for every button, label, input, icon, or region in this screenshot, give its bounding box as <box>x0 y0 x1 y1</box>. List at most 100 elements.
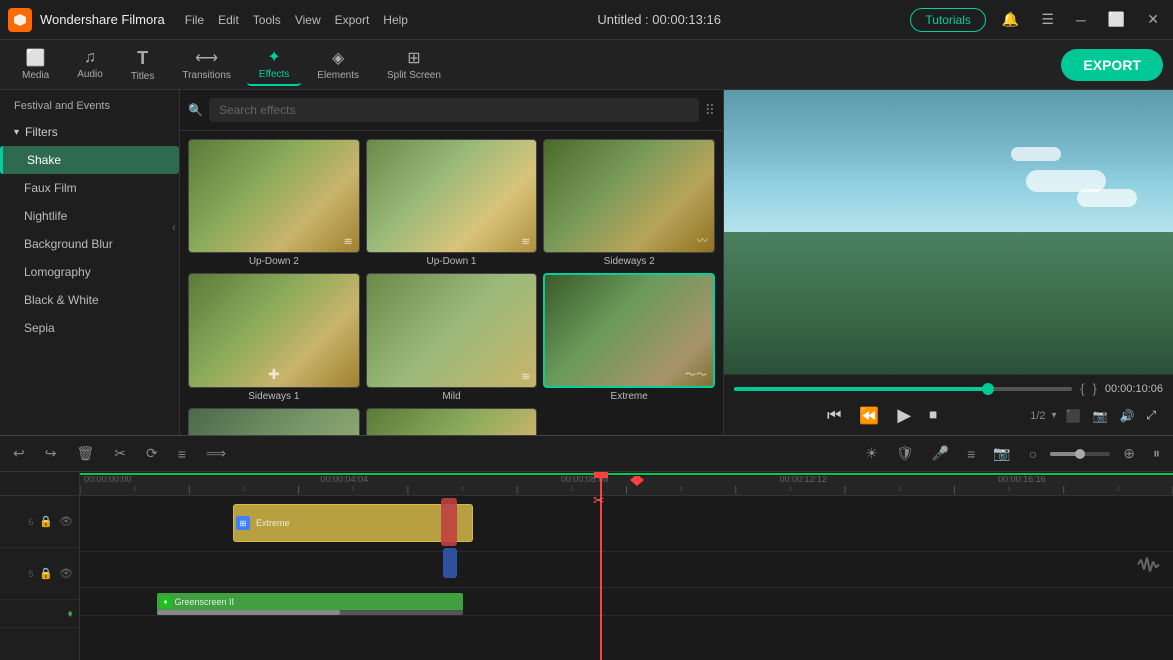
volume-button[interactable]: 🔊 <box>1116 406 1137 426</box>
sidebar-filters-header[interactable]: ▾ Filters <box>0 118 179 146</box>
playhead-line[interactable]: ✂ <box>600 472 602 660</box>
menu-view[interactable]: View <box>295 13 321 27</box>
progress-handle[interactable] <box>982 383 994 395</box>
track-eye-icon-6[interactable]: 👁 <box>59 515 73 528</box>
menu-help[interactable]: Help <box>383 13 408 27</box>
extreme-clip-label: Extreme <box>252 518 294 528</box>
effect-thumb-sideways2: 〰 <box>543 139 715 253</box>
cloud-1 <box>1026 170 1106 192</box>
redo-button[interactable]: ↪ <box>40 442 62 465</box>
effects-grid: ≋ Up-Down 2 ≋ Up-Down 1 〰 Sideways 2 ✚ <box>180 131 723 435</box>
minimize-button[interactable]: ─ <box>1070 10 1092 30</box>
pause-tl-button[interactable]: ⏸ <box>1148 442 1165 465</box>
progress-bar[interactable] <box>734 387 1072 391</box>
snapshot-tl-button[interactable]: 📷 <box>988 442 1015 465</box>
progress-fill <box>734 387 988 391</box>
zoom-in-button[interactable]: ⊕ <box>1118 442 1140 465</box>
titles-button[interactable]: T Titles <box>119 44 167 86</box>
menu-export[interactable]: Export <box>335 13 370 27</box>
ratio-display: 1/2 <box>1030 410 1045 422</box>
main-area: Festival and Events ▾ Filters Shake Faux… <box>0 90 1173 435</box>
close-button[interactable]: ✕ <box>1141 9 1165 30</box>
overlay-clip-red[interactable] <box>441 498 457 546</box>
greenscreen-label: Greenscreen II <box>175 597 235 607</box>
sidebar-item-bg-blur[interactable]: Background Blur <box>0 230 179 258</box>
undo-button[interactable]: ↩ <box>8 442 30 465</box>
project-title: Untitled : 00:00:13:16 <box>408 12 910 27</box>
skip-back-button[interactable]: ⏮ <box>824 404 844 428</box>
greenscreen-icon: ♦ <box>164 599 168 606</box>
effect-row3a[interactable] <box>188 408 360 435</box>
crop-button[interactable]: ⟳ <box>141 442 163 465</box>
fullscreen-button[interactable]: ⬛ <box>1063 406 1084 426</box>
scrollbar-thumb <box>157 610 341 615</box>
split-button[interactable]: ≡ <box>173 443 191 465</box>
titles-icon: T <box>137 48 148 69</box>
settings-button[interactable]: ⤢ <box>1143 405 1159 426</box>
sidebar-item-nightlife[interactable]: Nightlife <box>0 202 179 230</box>
track-lock-icon-5[interactable]: 🔒 <box>39 567 53 580</box>
stop-button[interactable]: ⏹ <box>926 404 940 428</box>
overlay-clip-blue[interactable] <box>443 548 457 578</box>
track-row-3: ♦ Greenscreen II <box>80 588 1173 616</box>
sidebar-item-bw[interactable]: Black & White <box>0 286 179 314</box>
menu-file[interactable]: File <box>185 13 204 27</box>
effect-sideways2[interactable]: 〰 Sideways 2 <box>543 139 715 267</box>
search-icon: 🔍 <box>188 103 203 117</box>
sidebar-item-shake[interactable]: Shake <box>0 146 179 174</box>
titlebar: Wondershare Filmora File Edit Tools View… <box>0 0 1173 40</box>
playhead-ruler-marker <box>630 474 644 489</box>
timeline-content: 6 🔒 👁 5 🔒 👁 ♦ 00:00:00:00 00:00:04:0 <box>0 472 1173 660</box>
zoom-out-button[interactable]: ○ <box>1024 443 1042 465</box>
search-input[interactable] <box>209 98 699 122</box>
greenscreen-clip[interactable]: ♦ Greenscreen II <box>157 593 463 611</box>
color-button[interactable]: ☀ <box>860 442 883 465</box>
audio-button[interactable]: ♫ Audio <box>65 45 115 84</box>
tutorials-button[interactable]: Tutorials <box>910 8 986 32</box>
sidebar-collapse-button[interactable]: ‹ <box>172 220 176 234</box>
out-bracket-icon[interactable]: } <box>1093 381 1097 396</box>
effects-button[interactable]: ✦ Effects <box>247 43 301 86</box>
audio-edit-button[interactable]: 🎤 <box>927 442 954 465</box>
elements-button[interactable]: ◈ Elements <box>305 44 371 85</box>
effect-sideways1[interactable]: ✚ Sideways 1 <box>188 273 360 401</box>
grid-toggle-icon[interactable]: ⠿ <box>705 102 715 119</box>
ratio-dropdown-icon[interactable]: ▾ <box>1052 410 1057 421</box>
menu-edit[interactable]: Edit <box>218 13 239 27</box>
scene-detect-button[interactable]: ≡ <box>962 443 980 465</box>
sidebar-item-faux-film[interactable]: Faux Film <box>0 174 179 202</box>
effect-updown2[interactable]: ≋ Up-Down 2 <box>188 139 360 267</box>
greenscreen-scrollbar[interactable] <box>157 610 463 615</box>
delete-button[interactable]: 🗑 <box>71 442 99 465</box>
in-bracket-icon[interactable]: { <box>1080 381 1084 396</box>
export-button[interactable]: EXPORT <box>1061 49 1163 81</box>
notification-icon[interactable]: 🔔 <box>996 9 1025 30</box>
menu-icon[interactable]: ☰ <box>1035 9 1060 30</box>
track-lock-icon-6[interactable]: 🔒 <box>39 515 53 528</box>
track-eye-icon-5[interactable]: 👁 <box>59 567 73 580</box>
maximize-button[interactable]: ⬜ <box>1102 9 1131 30</box>
effect-extreme[interactable]: 〜〜 Extreme <box>543 273 715 401</box>
play-button[interactable]: ▶ <box>894 402 914 429</box>
effect-row3b[interactable] <box>366 408 538 435</box>
transitions-button[interactable]: ⟷ Transitions <box>170 44 243 85</box>
extreme-clip[interactable]: ⊞ Extreme <box>233 504 473 542</box>
track-icon-3[interactable]: ♦ <box>67 608 73 620</box>
splitscreen-button[interactable]: ⊞ Split Screen <box>375 44 453 85</box>
menu-tools[interactable]: Tools <box>253 13 281 27</box>
sidebar-item-sepia[interactable]: Sepia <box>0 314 179 342</box>
sidebar-festival-events[interactable]: Festival and Events <box>0 94 179 118</box>
cut-button[interactable]: ✂ <box>109 442 131 465</box>
snapshot-button[interactable]: 📷 <box>1089 406 1110 426</box>
stabilize-button[interactable]: 🛡 <box>891 442 919 465</box>
media-button[interactable]: ⬜ Media <box>10 44 61 85</box>
zoom-slider[interactable] <box>1050 452 1110 456</box>
effect-thumb-row3b <box>366 408 538 435</box>
sidebar-item-lomography[interactable]: Lomography <box>0 258 179 286</box>
zoom-handle[interactable] <box>1075 449 1085 459</box>
effect-mild[interactable]: ≋ Mild <box>366 273 538 401</box>
frame-back-button[interactable]: ⏪ <box>856 403 882 429</box>
effect-updown1[interactable]: ≋ Up-Down 1 <box>366 139 538 267</box>
speed-button[interactable]: ⟹ <box>201 442 231 465</box>
playhead-top <box>594 472 608 478</box>
